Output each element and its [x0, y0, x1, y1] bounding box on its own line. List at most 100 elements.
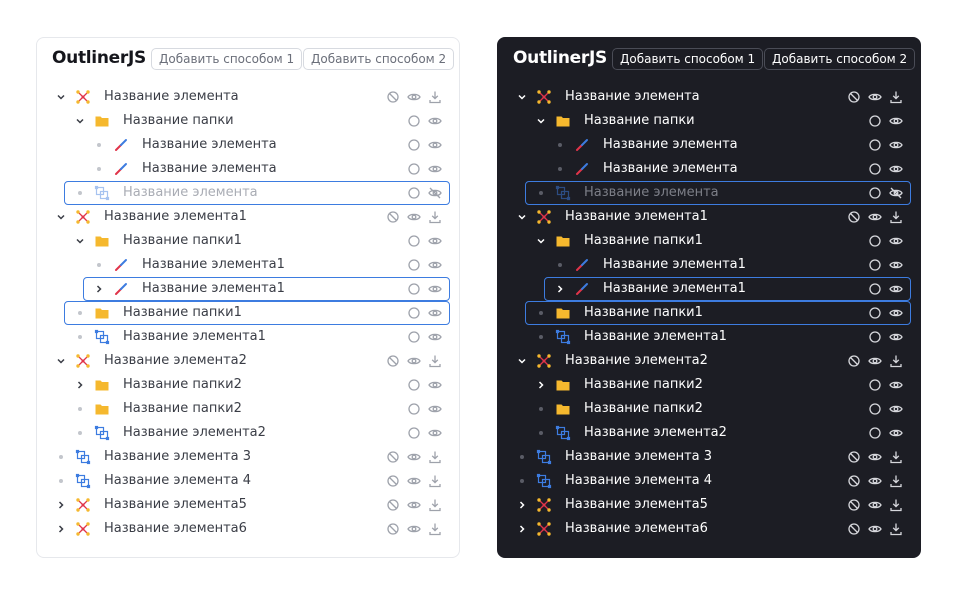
tree-row[interactable]: Название элемента	[498, 181, 920, 205]
eye-icon[interactable]	[889, 162, 903, 176]
chevron-right-icon[interactable]	[535, 373, 547, 397]
eye-icon[interactable]	[428, 330, 442, 344]
tree-row[interactable]: Название элемента1	[498, 277, 920, 301]
lock-icon[interactable]	[847, 450, 861, 464]
tree-row[interactable]: Название элемента5	[498, 493, 920, 517]
circle-icon[interactable]	[407, 186, 421, 200]
add-method-2-button[interactable]: Добавить способом 2	[303, 48, 455, 70]
chevron-down-icon[interactable]	[55, 85, 67, 109]
lock-icon[interactable]	[386, 354, 400, 368]
eye-icon[interactable]	[428, 258, 442, 272]
tree-row[interactable]: Название элемента1	[498, 205, 920, 229]
eye-icon[interactable]	[868, 522, 882, 536]
tree-row[interactable]: Название папки1	[37, 301, 459, 325]
eye-icon[interactable]	[889, 234, 903, 248]
eye-icon[interactable]	[889, 426, 903, 440]
download-icon[interactable]	[889, 522, 903, 536]
chevron-right-icon[interactable]	[55, 517, 67, 541]
tree-row[interactable]: Название элемента2	[37, 349, 459, 373]
chevron-down-icon[interactable]	[55, 205, 67, 229]
eye-icon[interactable]	[889, 282, 903, 296]
download-icon[interactable]	[428, 498, 442, 512]
chevron-down-icon[interactable]	[74, 109, 86, 133]
tree-row[interactable]: Название элемента1	[37, 325, 459, 349]
tree-row[interactable]: Название папки2	[498, 373, 920, 397]
circle-icon[interactable]	[407, 402, 421, 416]
lock-icon[interactable]	[386, 90, 400, 104]
eye-icon[interactable]	[868, 354, 882, 368]
tree-row[interactable]: Название элемента	[37, 85, 459, 109]
eye-icon[interactable]	[428, 138, 442, 152]
lock-icon[interactable]	[847, 210, 861, 224]
chevron-down-icon[interactable]	[535, 229, 547, 253]
tree-row[interactable]: Название элемента	[498, 133, 920, 157]
chevron-down-icon[interactable]	[516, 205, 528, 229]
circle-icon[interactable]	[868, 138, 882, 152]
eye-icon[interactable]	[407, 450, 421, 464]
lock-icon[interactable]	[386, 210, 400, 224]
circle-icon[interactable]	[868, 186, 882, 200]
lock-icon[interactable]	[847, 474, 861, 488]
tree-row[interactable]: Название элемента5	[37, 493, 459, 517]
circle-icon[interactable]	[868, 258, 882, 272]
add-method-1-button[interactable]: Добавить способом 1	[612, 48, 764, 70]
tree-row[interactable]: Название элемента 3	[498, 445, 920, 469]
circle-icon[interactable]	[868, 378, 882, 392]
download-icon[interactable]	[889, 354, 903, 368]
eye-icon[interactable]	[407, 474, 421, 488]
chevron-right-icon[interactable]	[516, 493, 528, 517]
circle-icon[interactable]	[407, 234, 421, 248]
eye-icon[interactable]	[428, 282, 442, 296]
circle-icon[interactable]	[407, 306, 421, 320]
tree-row[interactable]: Название элемента1	[37, 253, 459, 277]
tree-row[interactable]: Название папки	[498, 109, 920, 133]
download-icon[interactable]	[889, 90, 903, 104]
eye-icon[interactable]	[889, 114, 903, 128]
tree-row[interactable]: Название элемента 4	[37, 469, 459, 493]
tree-row[interactable]: Название элемента	[498, 157, 920, 181]
download-icon[interactable]	[428, 522, 442, 536]
tree-row[interactable]: Название папки2	[37, 373, 459, 397]
tree-row[interactable]: Название элемента	[37, 133, 459, 157]
eye-icon[interactable]	[407, 522, 421, 536]
chevron-down-icon[interactable]	[535, 109, 547, 133]
eye-icon[interactable]	[428, 306, 442, 320]
circle-icon[interactable]	[407, 282, 421, 296]
download-icon[interactable]	[428, 210, 442, 224]
circle-icon[interactable]	[868, 234, 882, 248]
download-icon[interactable]	[889, 498, 903, 512]
eye-icon[interactable]	[868, 498, 882, 512]
tree-row[interactable]: Название элемента6	[37, 517, 459, 541]
add-method-2-button[interactable]: Добавить способом 2	[764, 48, 916, 70]
eye-icon[interactable]	[428, 402, 442, 416]
tree-row[interactable]: Название папки1	[498, 301, 920, 325]
circle-icon[interactable]	[868, 402, 882, 416]
eye-icon[interactable]	[889, 258, 903, 272]
tree-row[interactable]: Название элемента2	[37, 421, 459, 445]
tree-row[interactable]: Название элемента	[37, 157, 459, 181]
download-icon[interactable]	[428, 354, 442, 368]
tree-row[interactable]: Название элемента 3	[37, 445, 459, 469]
chevron-right-icon[interactable]	[74, 373, 86, 397]
eye-icon[interactable]	[868, 210, 882, 224]
download-icon[interactable]	[428, 90, 442, 104]
lock-icon[interactable]	[386, 522, 400, 536]
chevron-right-icon[interactable]	[554, 277, 566, 301]
download-icon[interactable]	[428, 450, 442, 464]
eye-icon[interactable]	[428, 234, 442, 248]
download-icon[interactable]	[889, 450, 903, 464]
circle-icon[interactable]	[407, 138, 421, 152]
tree-row[interactable]: Название папки2	[498, 397, 920, 421]
eye-icon[interactable]	[407, 354, 421, 368]
download-icon[interactable]	[889, 210, 903, 224]
lock-icon[interactable]	[386, 450, 400, 464]
eye-icon[interactable]	[428, 114, 442, 128]
circle-icon[interactable]	[407, 378, 421, 392]
tree-row[interactable]: Название элемента	[37, 181, 459, 205]
tree-row[interactable]: Название элемента2	[498, 421, 920, 445]
circle-icon[interactable]	[407, 330, 421, 344]
eye-icon[interactable]	[889, 378, 903, 392]
circle-icon[interactable]	[407, 114, 421, 128]
eye-icon[interactable]	[889, 306, 903, 320]
tree-row[interactable]: Название элемента1	[498, 253, 920, 277]
